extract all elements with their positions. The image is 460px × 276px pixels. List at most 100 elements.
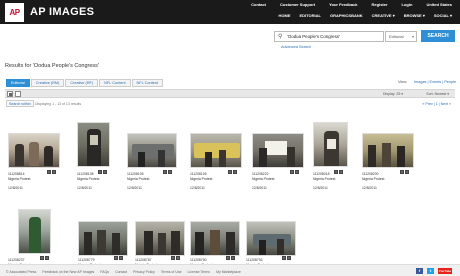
add-icon[interactable] bbox=[119, 256, 123, 260]
util-country[interactable]: United States bbox=[426, 2, 452, 7]
nav-social[interactable]: SOCIAL ▾ bbox=[434, 13, 452, 18]
lightbox-icon[interactable] bbox=[40, 256, 44, 260]
thumbnail-image[interactable] bbox=[8, 133, 60, 168]
tab-nfl-content[interactable]: NFL Content bbox=[99, 79, 131, 87]
add-icon[interactable] bbox=[339, 170, 343, 174]
thumbnail-image[interactable] bbox=[190, 133, 242, 168]
collection-tabs: Editorial Creative (RM) Creative (RF) NF… bbox=[6, 79, 163, 87]
lightbox-icon[interactable] bbox=[400, 170, 404, 174]
ap-logo[interactable]: AP bbox=[5, 3, 24, 22]
thumbnail-image[interactable] bbox=[18, 209, 51, 254]
add-icon[interactable] bbox=[168, 170, 172, 174]
thumbnail-image[interactable] bbox=[246, 221, 296, 256]
footer-terms-link[interactable]: Terms of Use bbox=[161, 270, 182, 274]
add-icon[interactable] bbox=[176, 256, 180, 260]
lightbox-icon[interactable] bbox=[228, 170, 232, 174]
thumbnail-actions bbox=[47, 170, 56, 174]
thumbnail-actions bbox=[400, 170, 409, 174]
footer-links: © Associated Press Feedback on the New A… bbox=[6, 270, 241, 274]
pagination[interactable]: « Prev | 1 | Next » bbox=[422, 102, 451, 106]
thumbnail-image[interactable] bbox=[313, 122, 348, 167]
advanced-search-link[interactable]: Advanced Search bbox=[281, 45, 311, 49]
list-view-icon[interactable] bbox=[15, 91, 21, 97]
util-customer-support[interactable]: Customer Support bbox=[280, 2, 315, 7]
footer-feedback-link[interactable]: Feedback on the New AP Images bbox=[42, 270, 94, 274]
youtube-icon[interactable]: YouTube bbox=[438, 268, 452, 274]
thumbnail-caption: 111208108 Nigeria Protest 12/8/2011 bbox=[77, 172, 99, 190]
search-button[interactable]: SEARCH bbox=[421, 30, 455, 42]
util-login[interactable]: Login bbox=[402, 2, 413, 7]
grid-view-icon[interactable] bbox=[7, 91, 13, 97]
tab-editorial[interactable]: Editorial bbox=[6, 79, 30, 87]
image-title[interactable]: Nigeria Protest bbox=[8, 177, 30, 182]
thumbnail-actions bbox=[114, 256, 123, 260]
image-date: 12/8/2011 bbox=[252, 185, 267, 190]
view-options[interactable]: Images | Events | People bbox=[414, 80, 456, 84]
search-filter-select[interactable]: Editorial ▾ bbox=[385, 31, 417, 42]
image-date: 12/8/2011 bbox=[313, 185, 328, 190]
lightbox-icon[interactable] bbox=[282, 256, 286, 260]
footer-privacy-link[interactable]: Privacy Policy bbox=[133, 270, 155, 274]
util-feedback[interactable]: Your Feedback bbox=[329, 2, 357, 7]
thumbnail-image[interactable] bbox=[362, 133, 414, 168]
image-date: 12/8/2011 bbox=[8, 185, 23, 190]
twitter-icon[interactable]: t bbox=[427, 268, 434, 274]
thumbnail-image[interactable] bbox=[78, 221, 128, 256]
footer-contact-link[interactable]: Contact bbox=[115, 270, 127, 274]
search-input[interactable]: ⚲ 'Oodua People's Congress' bbox=[274, 31, 384, 42]
sort-select[interactable]: Sort: Newest ▾ bbox=[426, 92, 449, 96]
nav-editorial[interactable]: EDITORIAL bbox=[300, 13, 321, 18]
add-icon[interactable] bbox=[231, 256, 235, 260]
lightbox-icon[interactable] bbox=[226, 256, 230, 260]
thumbnail-image[interactable] bbox=[77, 122, 110, 167]
search-within-button[interactable]: Search within bbox=[6, 100, 34, 107]
image-title[interactable]: Nigeria Protest bbox=[252, 177, 274, 182]
footer-marketplace-link[interactable]: My Marketplace bbox=[216, 270, 241, 274]
search-query: 'Oodua People's Congress' bbox=[287, 34, 340, 39]
nav-home[interactable]: HOME bbox=[279, 13, 291, 18]
add-icon[interactable] bbox=[295, 170, 299, 174]
add-icon[interactable] bbox=[405, 170, 409, 174]
thumbnail-caption: 111208814 Nigeria Protest 12/8/2011 bbox=[8, 172, 30, 190]
thumbnail-caption: 111208105 Nigeria Protest 12/8/2011 bbox=[127, 172, 149, 190]
add-icon[interactable] bbox=[52, 170, 56, 174]
add-icon[interactable] bbox=[45, 256, 49, 260]
image-title[interactable]: Nigeria Protest bbox=[127, 177, 149, 182]
lightbox-icon[interactable] bbox=[163, 170, 167, 174]
add-icon[interactable] bbox=[233, 170, 237, 174]
thumbnail-caption: 111208222 Nigeria Protest 12/8/2011 bbox=[252, 172, 274, 190]
tab-creative-rf[interactable]: Creative (RF) bbox=[65, 79, 99, 87]
image-title[interactable]: Nigeria Protest bbox=[190, 177, 212, 182]
util-register[interactable]: Register bbox=[372, 2, 388, 7]
add-icon[interactable] bbox=[287, 256, 291, 260]
thumbnail-actions bbox=[163, 170, 172, 174]
lightbox-icon[interactable] bbox=[47, 170, 51, 174]
footer-faqs-link[interactable]: FAQs bbox=[100, 270, 109, 274]
thumbnail-image[interactable] bbox=[135, 221, 185, 256]
results-count: Displaying 1 - 13 of 13 results bbox=[35, 102, 82, 106]
footer-license-link[interactable]: License Terms bbox=[188, 270, 211, 274]
thumbnail-image[interactable] bbox=[127, 133, 177, 168]
nav-creative[interactable]: CREATIVE ▾ bbox=[372, 13, 395, 18]
tab-creative-rm[interactable]: Creative (RM) bbox=[30, 79, 65, 87]
nav-graphicsbank[interactable]: GRAPHICSBANK bbox=[330, 13, 363, 18]
facebook-icon[interactable]: f bbox=[416, 268, 423, 274]
image-title[interactable]: Nigeria Protest bbox=[313, 177, 335, 182]
lightbox-icon[interactable] bbox=[171, 256, 175, 260]
tab-nfl-content-2[interactable]: NFL Content bbox=[131, 79, 163, 87]
lightbox-icon[interactable] bbox=[114, 256, 118, 260]
util-contact[interactable]: Contact bbox=[251, 2, 266, 7]
image-date: 12/8/2011 bbox=[127, 185, 142, 190]
thumbnail-caption: 111208200 Nigeria Protest 12/8/2011 bbox=[362, 172, 384, 190]
chevron-down-icon: ▾ bbox=[411, 34, 414, 39]
image-title[interactable]: Nigeria Protest bbox=[362, 177, 384, 182]
image-title[interactable]: Nigeria Protest bbox=[77, 177, 99, 182]
nav-browse[interactable]: BROWSE ▾ bbox=[404, 13, 425, 18]
thumbnail-image[interactable] bbox=[190, 221, 240, 256]
footer: © Associated Press Feedback on the New A… bbox=[0, 264, 460, 276]
brand-name[interactable]: AP IMAGES bbox=[30, 6, 94, 18]
add-icon[interactable] bbox=[103, 170, 107, 174]
thumbnail-image[interactable] bbox=[252, 133, 304, 168]
lightbox-icon[interactable] bbox=[290, 170, 294, 174]
display-count-select[interactable]: Display: 25 ▾ bbox=[383, 92, 403, 96]
